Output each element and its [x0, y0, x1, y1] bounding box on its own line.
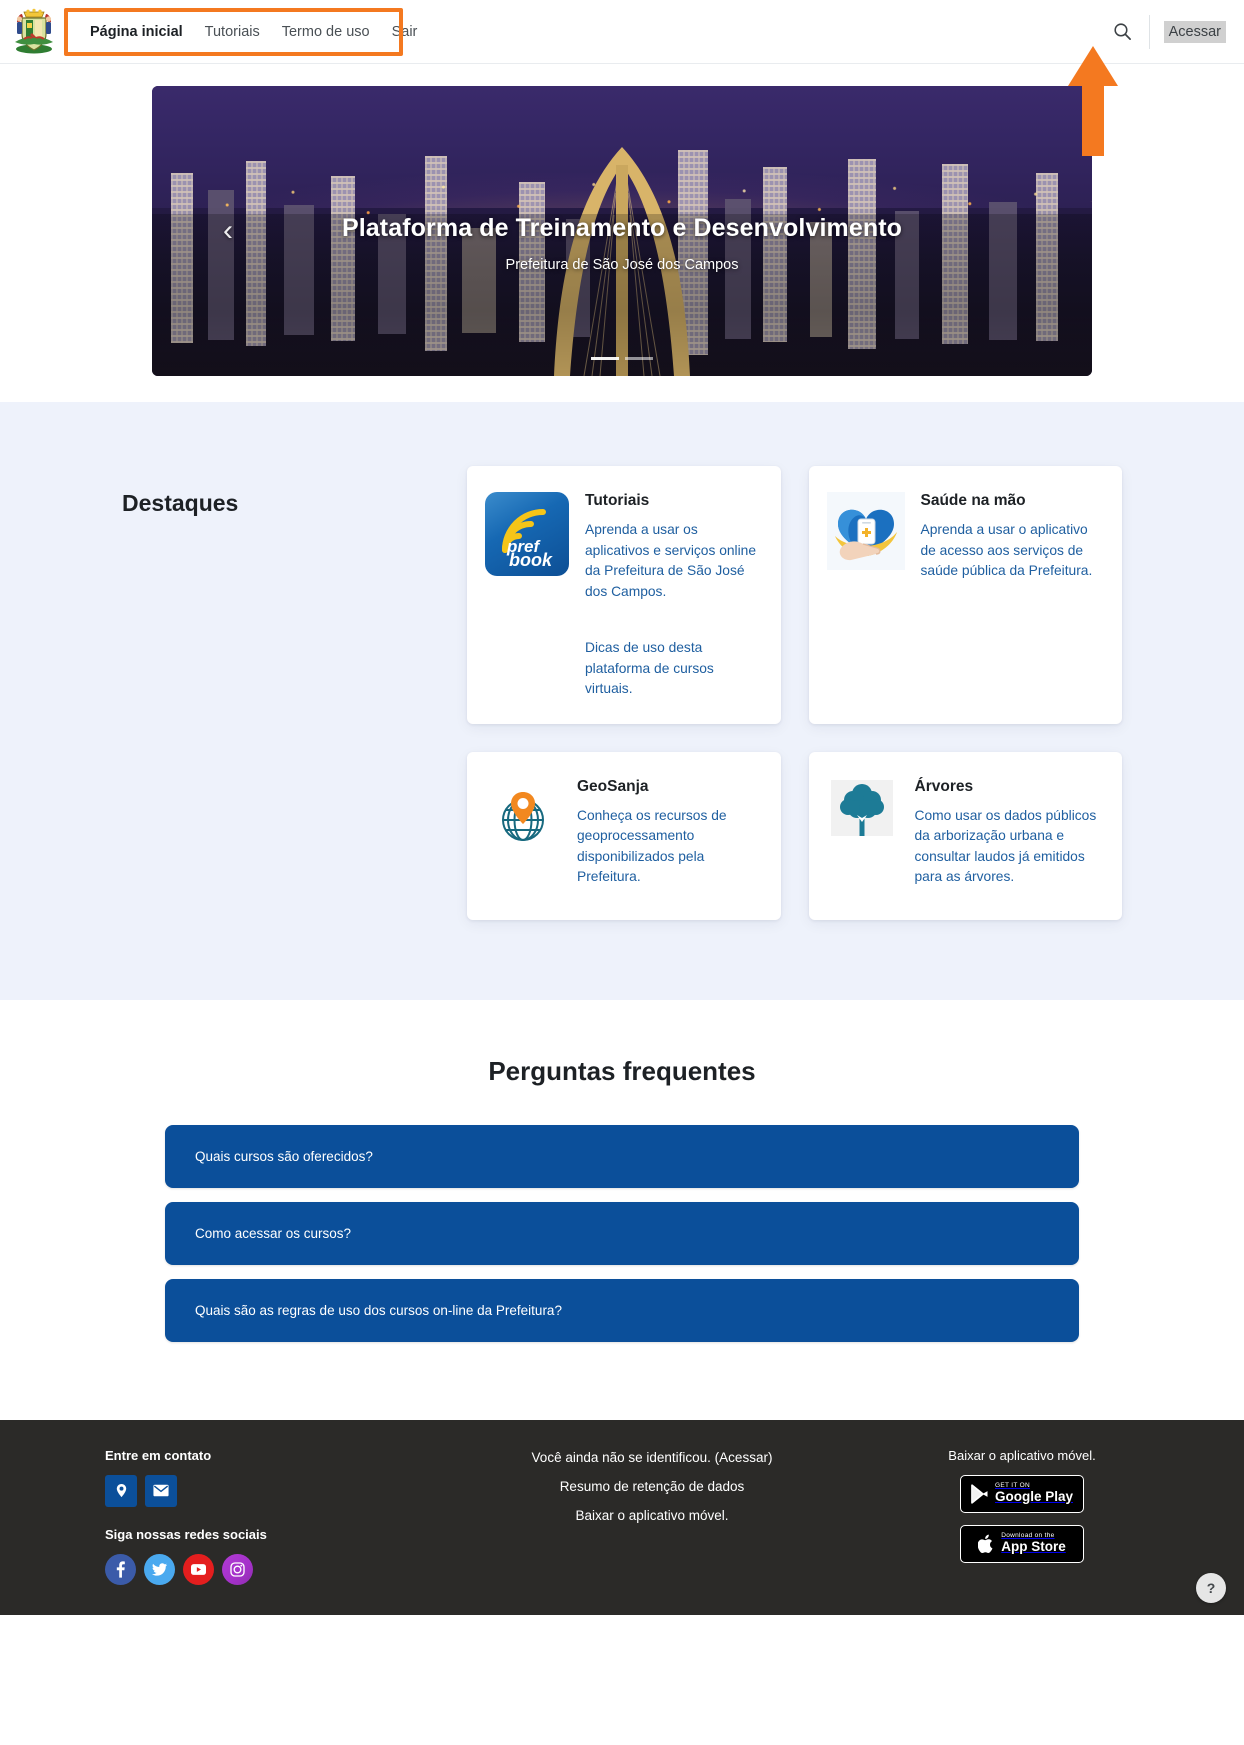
google-play-badge-big: Google Play — [994, 1488, 1074, 1504]
faq-item-2[interactable]: Como acessar os cursos? — [165, 1201, 1079, 1265]
faq-section: Perguntas frequentes Quais cursos são of… — [0, 999, 1244, 1420]
app-store-badge[interactable]: Download on the App Store — [960, 1524, 1084, 1563]
nav-item-pagina-inicial[interactable]: Página inicial — [90, 24, 183, 40]
header-divider — [1148, 14, 1150, 49]
hero-title: Plataforma de Treinamento e Desenvolvime… — [341, 213, 903, 242]
prefeitura-coat-of-arms-logo[interactable] — [10, 8, 58, 56]
footer-contact-heading: Entre em contato — [105, 1447, 212, 1463]
card-tutoriais[interactable]: pref book Tutoriais Aprenda a usar os ap… — [467, 466, 781, 724]
youtube-icon[interactable] — [183, 1553, 214, 1585]
destaques-heading: Destaques — [122, 490, 239, 516]
google-play-badge[interactable]: GET IT ON Google Play — [960, 1474, 1084, 1513]
card-saude-na-mao[interactable]: Saúde na mão Aprenda a usar o aplicativo… — [808, 466, 1122, 724]
svg-text:book: book — [509, 550, 553, 570]
instagram-icon[interactable] — [222, 1553, 253, 1585]
footer-social-heading: Siga nossas redes sociais — [105, 1526, 267, 1542]
card-title: Árvores — [914, 777, 974, 795]
footer-mobile-app-link[interactable]: Baixar o aplicativo móvel. — [427, 1508, 877, 1523]
card-title: GeoSanja — [577, 777, 649, 795]
card-link[interactable]: Aprenda a usar os aplicativos e serviços… — [585, 520, 757, 602]
hero-carousel-section: ‹ › Plataforma de Treinamento e Desenvol… — [0, 64, 1244, 402]
card-link[interactable]: Dicas de uso desta plataforma de cursos … — [585, 638, 757, 700]
carousel-indicator-1[interactable] — [591, 357, 619, 360]
hero-text-overlay: Plataforma de Treinamento e Desenvolvime… — [152, 86, 1092, 376]
arvore-icon — [827, 778, 899, 896]
faq-heading: Perguntas frequentes — [488, 1055, 756, 1086]
card-title: Tutoriais — [585, 492, 650, 509]
geosanja-icon — [485, 778, 561, 896]
footer-contact-column: Entre em contato Siga nossas redes socia… — [77, 1448, 427, 1585]
location-pin-icon[interactable] — [105, 1474, 137, 1507]
destaques-card-grid: pref book Tutoriais Aprenda a usar os ap… — [467, 466, 1122, 920]
nav-item-termo-de-uso[interactable]: Termo de uso — [282, 24, 370, 40]
apple-icon — [978, 1534, 993, 1553]
hero-carousel[interactable]: ‹ › Plataforma de Treinamento e Desenvol… — [152, 86, 1092, 376]
primary-navigation: Página inicial Tutoriais Termo de uso Sa… — [72, 13, 439, 51]
footer-store-column: Baixar o aplicativo móvel. GET IT ON Goo… — [877, 1448, 1167, 1575]
prefbook-icon: pref book — [485, 492, 569, 700]
card-arvores[interactable]: Árvores Como usar os dados públicos da a… — [808, 751, 1122, 920]
carousel-indicator-2[interactable] — [625, 357, 653, 360]
google-play-icon — [971, 1483, 988, 1504]
footer-store-heading: Baixar o aplicativo móvel. — [948, 1447, 1096, 1463]
saude-na-mao-icon — [826, 492, 905, 700]
footer-social-links — [105, 1553, 427, 1585]
site-footer: Entre em contato Siga nossas redes socia… — [0, 1419, 1244, 1615]
footer-contact-buttons — [105, 1474, 427, 1507]
faq-accordion: Quais cursos são oferecidos? Como acessa… — [165, 1124, 1079, 1342]
footer-data-retention-link[interactable]: Resumo de retenção de dados — [427, 1479, 877, 1494]
card-geosanja[interactable]: GeoSanja Conheça os recursos de geoproce… — [467, 751, 781, 920]
card-link[interactable]: Conheça os recursos de geoprocessamento … — [577, 806, 757, 888]
app-store-badge-big: App Store — [1001, 1538, 1066, 1554]
header-actions: Acessar — [1103, 12, 1226, 52]
search-icon[interactable] — [1103, 12, 1143, 52]
envelope-icon[interactable] — [145, 1474, 177, 1507]
hero-subtitle: Prefeitura de São José dos Campos — [505, 256, 739, 273]
carousel-indicators — [152, 357, 1092, 360]
faq-item-3[interactable]: Quais são as regras de uso dos cursos on… — [165, 1278, 1079, 1342]
footer-center-column: Você ainda não se identificou. (Acessar)… — [427, 1448, 877, 1537]
site-header: Página inicial Tutoriais Termo de uso Sa… — [0, 0, 1244, 64]
faq-item-1[interactable]: Quais cursos são oferecidos? — [165, 1124, 1079, 1188]
card-link[interactable]: Aprenda a usar o aplicativo de acesso ao… — [921, 520, 1099, 582]
nav-item-sair[interactable]: Sair — [392, 24, 418, 40]
facebook-icon[interactable] — [105, 1553, 136, 1585]
footer-login-status-line[interactable]: Você ainda não se identificou. (Acessar) — [427, 1450, 877, 1465]
card-title: Saúde na mão — [920, 492, 1026, 509]
destaques-section: Destaques pref book Tutoriais Aprenda a … — [0, 402, 1244, 1000]
card-link[interactable]: Como usar os dados públicos da arborizaç… — [915, 806, 1099, 888]
nav-item-tutoriais[interactable]: Tutoriais — [205, 24, 260, 40]
help-button[interactable]: ? — [1196, 1572, 1226, 1603]
login-link-acessar[interactable]: Acessar — [1163, 20, 1226, 43]
twitter-icon[interactable] — [144, 1553, 175, 1585]
